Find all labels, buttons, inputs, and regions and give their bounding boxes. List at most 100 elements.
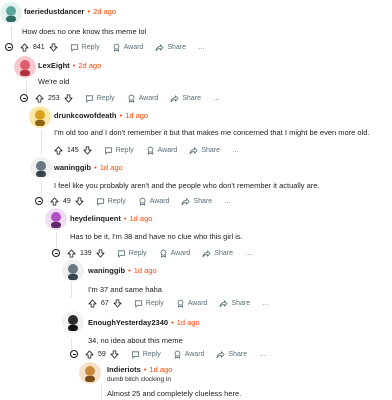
avatar[interactable] bbox=[62, 311, 84, 333]
award-button[interactable]: Award bbox=[146, 146, 177, 155]
collapse-icon[interactable] bbox=[52, 249, 60, 257]
share-button[interactable]: Share bbox=[155, 43, 186, 52]
more-options-button[interactable]: … bbox=[213, 95, 221, 102]
comment-text: 34, no idea about this meme bbox=[88, 336, 183, 345]
share-button[interactable]: Share bbox=[170, 94, 201, 103]
timestamp[interactable]: 2d ago bbox=[78, 61, 101, 70]
reply-button[interactable]: Reply bbox=[96, 197, 126, 206]
collapse-icon[interactable] bbox=[70, 350, 78, 358]
avatar[interactable] bbox=[14, 56, 36, 78]
username[interactable]: EnoughYesterday2340 bbox=[88, 318, 168, 327]
avatar[interactable] bbox=[62, 260, 84, 282]
avatar[interactable] bbox=[30, 157, 52, 179]
timestamp[interactable]: 1d ago bbox=[177, 318, 200, 327]
downvote-icon[interactable] bbox=[49, 42, 58, 52]
upvote-icon[interactable] bbox=[54, 145, 63, 155]
vote-count: 145 bbox=[67, 146, 79, 154]
share-icon bbox=[219, 299, 228, 307]
collapse-icon[interactable] bbox=[35, 197, 43, 205]
award-icon bbox=[113, 43, 120, 52]
comment-header: EnoughYesterday2340 • 1d ago bbox=[88, 318, 200, 327]
upvote-icon[interactable] bbox=[67, 248, 76, 258]
vote-count: 841 bbox=[33, 43, 45, 51]
timestamp[interactable]: 2d ago bbox=[93, 7, 116, 16]
downvote-icon[interactable] bbox=[75, 196, 84, 206]
vote-count: 49 bbox=[63, 197, 71, 205]
comment-actions: 253 Reply Award Share … bbox=[20, 92, 221, 104]
share-button[interactable]: Share bbox=[181, 197, 212, 206]
comment-text: We're old bbox=[38, 77, 70, 86]
downvote-icon[interactable] bbox=[110, 349, 119, 359]
share-icon bbox=[216, 350, 225, 358]
award-icon bbox=[139, 197, 146, 206]
timestamp[interactable]: 1d ago bbox=[149, 365, 172, 374]
username[interactable]: waninggib bbox=[88, 266, 125, 275]
more-options-button[interactable]: … bbox=[232, 147, 240, 154]
more-options-button[interactable]: … bbox=[262, 300, 270, 307]
username[interactable]: faeriedustdancer bbox=[24, 7, 84, 16]
more-options-button[interactable]: … bbox=[245, 250, 253, 257]
reply-button[interactable]: Reply bbox=[85, 94, 115, 103]
username[interactable]: heydelinquent bbox=[70, 214, 121, 223]
reply-icon bbox=[117, 249, 125, 258]
share-button[interactable]: Share bbox=[189, 146, 220, 155]
reply-button[interactable]: Reply bbox=[117, 249, 147, 258]
downvote-icon[interactable] bbox=[96, 248, 105, 258]
upvote-icon[interactable] bbox=[20, 42, 29, 52]
user-flair: dumb bitch clocking in bbox=[107, 376, 171, 383]
vote-count: 253 bbox=[48, 94, 60, 102]
comment-header: waninggib • 1d ago bbox=[88, 266, 157, 275]
reply-button[interactable]: Reply bbox=[134, 299, 164, 308]
share-icon bbox=[181, 197, 190, 205]
reply-button[interactable]: Reply bbox=[104, 146, 134, 155]
award-button[interactable]: Award bbox=[112, 43, 143, 52]
comment-header: waninggib • 1d ago bbox=[54, 163, 123, 172]
share-button[interactable]: Share bbox=[219, 299, 250, 308]
award-button[interactable]: Award bbox=[176, 299, 207, 308]
avatar[interactable] bbox=[79, 362, 101, 384]
reply-icon bbox=[104, 146, 112, 155]
avatar[interactable] bbox=[0, 2, 22, 24]
username[interactable]: waninggib bbox=[54, 163, 91, 172]
timestamp[interactable]: 1d ago bbox=[100, 163, 123, 172]
collapse-icon[interactable] bbox=[20, 94, 28, 102]
username[interactable]: LexEight bbox=[38, 61, 70, 70]
reply-button[interactable]: Reply bbox=[70, 43, 100, 52]
avatar[interactable] bbox=[29, 106, 51, 128]
collapse-icon[interactable] bbox=[5, 43, 13, 51]
upvote-icon[interactable] bbox=[85, 349, 94, 359]
more-options-button[interactable]: … bbox=[259, 351, 267, 358]
reply-icon bbox=[134, 299, 142, 308]
award-icon bbox=[160, 249, 167, 258]
comment-actions: 139 Reply Award Share … bbox=[52, 247, 253, 259]
more-options-button[interactable]: … bbox=[224, 198, 232, 205]
more-options-button[interactable]: … bbox=[198, 44, 206, 51]
upvote-icon[interactable] bbox=[35, 93, 44, 103]
upvote-icon[interactable] bbox=[50, 196, 59, 206]
award-button[interactable]: Award bbox=[173, 350, 204, 359]
award-button[interactable]: Award bbox=[159, 249, 190, 258]
comment-text: Has to be it, I'm 38 and have no clue wh… bbox=[70, 232, 243, 241]
comment-text: How does no one know this meme lol bbox=[22, 27, 147, 36]
share-icon bbox=[189, 146, 198, 154]
award-button[interactable]: Award bbox=[138, 197, 169, 206]
award-icon bbox=[147, 146, 154, 155]
share-button[interactable]: Share bbox=[216, 350, 247, 359]
share-icon bbox=[155, 43, 164, 51]
timestamp[interactable]: 1d ago bbox=[134, 266, 157, 275]
downvote-icon[interactable] bbox=[83, 145, 92, 155]
username[interactable]: drunkcowofdeath bbox=[54, 111, 117, 120]
downvote-icon[interactable] bbox=[113, 298, 122, 308]
timestamp[interactable]: 1d ago bbox=[129, 214, 152, 223]
timestamp[interactable]: 1d ago bbox=[125, 111, 148, 120]
upvote-icon[interactable] bbox=[88, 298, 97, 308]
reply-button[interactable]: Reply bbox=[131, 350, 161, 359]
share-button[interactable]: Share bbox=[202, 249, 233, 258]
downvote-icon[interactable] bbox=[64, 93, 73, 103]
award-button[interactable]: Award bbox=[127, 94, 158, 103]
avatar[interactable] bbox=[45, 208, 67, 230]
reply-icon bbox=[70, 43, 78, 52]
award-icon bbox=[174, 350, 181, 359]
username[interactable]: Indieriots bbox=[107, 365, 141, 374]
award-icon bbox=[128, 94, 135, 103]
